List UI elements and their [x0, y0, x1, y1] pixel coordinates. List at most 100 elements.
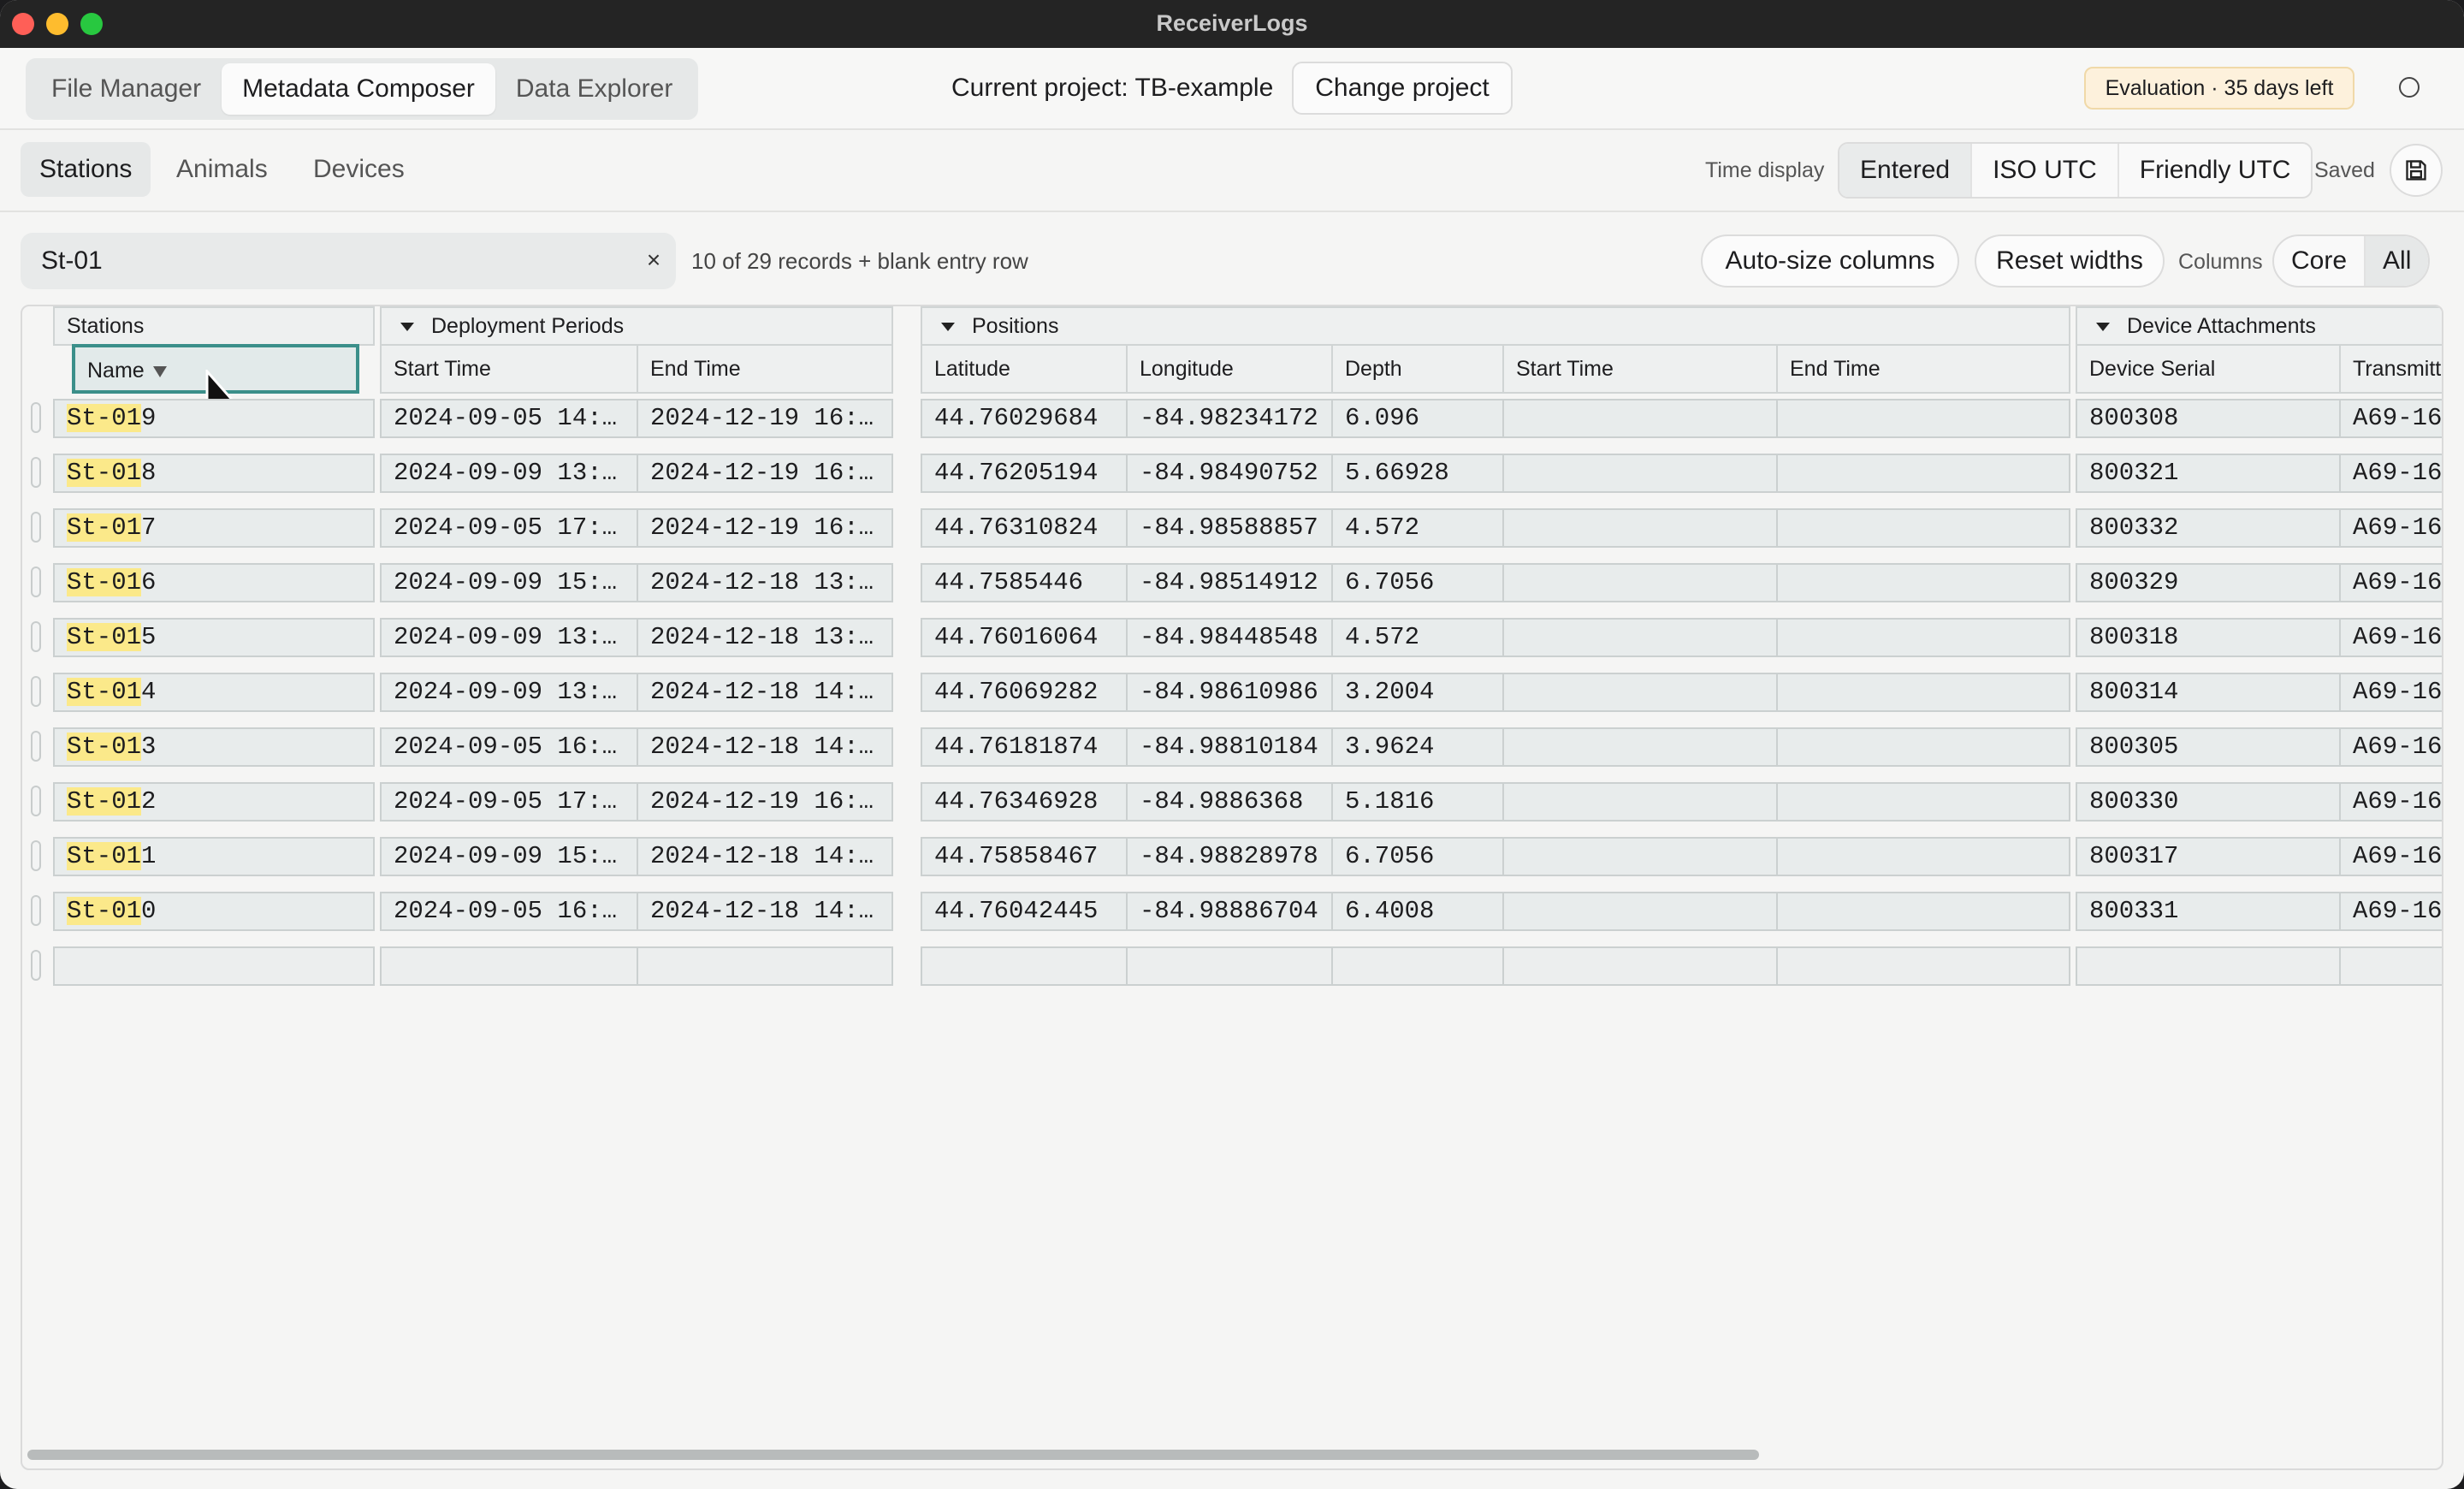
cell-latitude[interactable]: 44.76016064	[921, 618, 1128, 657]
cell-end-time[interactable]: 2024-12-19 16:…	[637, 399, 893, 438]
row-select-handle[interactable]	[31, 676, 41, 707]
column-header-start-time[interactable]: Start Time	[380, 344, 638, 394]
cell-depth[interactable]: 5.1816	[1331, 782, 1504, 822]
cell-position-end-time[interactable]	[1776, 618, 2070, 657]
cell-position-end-time[interactable]	[1776, 727, 2070, 767]
cell-start-time[interactable]: 2024-09-09 13:…	[380, 618, 638, 657]
blank-entry-cell[interactable]	[1331, 946, 1504, 986]
cell-transmitter[interactable]: A69-160	[2339, 563, 2442, 602]
cell-position-end-time[interactable]	[1776, 892, 2070, 931]
tab-file-manager[interactable]: File Manager	[31, 63, 222, 115]
cell-transmitter[interactable]: A69-160	[2339, 399, 2442, 438]
cell-transmitter[interactable]: A69-160	[2339, 673, 2442, 712]
cell-name[interactable]: St-010	[53, 892, 375, 931]
row-select-handle[interactable]	[31, 895, 41, 926]
cell-device-serial[interactable]: 800332	[2076, 508, 2341, 548]
cell-end-time[interactable]: 2024-12-18 14:…	[637, 673, 893, 712]
cell-depth[interactable]: 6.7056	[1331, 837, 1504, 876]
cell-position-end-time[interactable]	[1776, 399, 2070, 438]
cell-depth[interactable]: 4.572	[1331, 618, 1504, 657]
time-option-friendly-utc[interactable]: Friendly UTC	[2119, 144, 2312, 197]
cell-position-end-time[interactable]	[1776, 673, 2070, 712]
cell-depth[interactable]: 4.572	[1331, 508, 1504, 548]
cell-latitude[interactable]: 44.76069282	[921, 673, 1128, 712]
blank-entry-cell[interactable]	[921, 946, 1128, 986]
group-header-device-attachments[interactable]: Device Attachments	[2076, 306, 2442, 346]
cell-name[interactable]: St-017	[53, 508, 375, 548]
cell-end-time[interactable]: 2024-12-18 14:…	[637, 727, 893, 767]
cell-depth[interactable]: 6.096	[1331, 399, 1504, 438]
cell-device-serial[interactable]: 800305	[2076, 727, 2341, 767]
cell-position-start-time[interactable]	[1502, 399, 1778, 438]
columns-option-all[interactable]: All	[2366, 236, 2429, 286]
cell-name[interactable]: St-013	[53, 727, 375, 767]
column-header-position-start-time[interactable]: Start Time	[1502, 344, 1778, 394]
cell-latitude[interactable]: 44.76346928	[921, 782, 1128, 822]
row-select-handle[interactable]	[31, 402, 41, 433]
cell-start-time[interactable]: 2024-09-05 17:…	[380, 782, 638, 822]
column-header-position-end-time[interactable]: End Time	[1776, 344, 2070, 394]
cell-transmitter[interactable]: A69-160	[2339, 454, 2442, 493]
row-select-handle[interactable]	[31, 950, 41, 981]
cell-device-serial[interactable]: 800317	[2076, 837, 2341, 876]
cell-position-end-time[interactable]	[1776, 563, 2070, 602]
cell-start-time[interactable]: 2024-09-09 13:…	[380, 454, 638, 493]
cell-name[interactable]: St-019	[53, 399, 375, 438]
cell-name[interactable]: St-012	[53, 782, 375, 822]
cell-name[interactable]: St-016	[53, 563, 375, 602]
cell-longitude[interactable]: -84.98828978	[1126, 837, 1333, 876]
cell-transmitter[interactable]: A69-160	[2339, 727, 2442, 767]
time-option-entered[interactable]: Entered	[1839, 144, 1973, 197]
tab-metadata-composer[interactable]: Metadata Composer	[222, 63, 495, 115]
column-header-device-serial[interactable]: Device Serial	[2076, 344, 2341, 394]
tab-data-explorer[interactable]: Data Explorer	[495, 63, 693, 115]
row-select-handle[interactable]	[31, 731, 41, 762]
cell-position-end-time[interactable]	[1776, 782, 2070, 822]
auto-size-columns-button[interactable]: Auto-size columns	[1701, 234, 1959, 288]
cell-position-end-time[interactable]	[1776, 508, 2070, 548]
row-select-handle[interactable]	[31, 457, 41, 488]
cell-position-start-time[interactable]	[1502, 618, 1778, 657]
filter-input[interactable]	[41, 233, 623, 289]
row-select-handle[interactable]	[31, 567, 41, 597]
caret-down-icon[interactable]	[400, 323, 414, 332]
cell-start-time[interactable]: 2024-09-09 15:…	[380, 837, 638, 876]
cell-longitude[interactable]: -84.98514912	[1126, 563, 1333, 602]
cell-start-time[interactable]: 2024-09-05 16:…	[380, 727, 638, 767]
cell-transmitter[interactable]: A69-160	[2339, 782, 2442, 822]
cell-transmitter[interactable]: A69-160	[2339, 508, 2442, 548]
group-header-positions[interactable]: Positions	[921, 306, 2070, 346]
sort-desc-icon[interactable]	[152, 365, 167, 377]
row-select-handle[interactable]	[31, 621, 41, 652]
cell-end-time[interactable]: 2024-12-18 14:…	[637, 892, 893, 931]
caret-down-icon[interactable]	[941, 323, 955, 332]
change-project-button[interactable]: Change project	[1292, 62, 1513, 115]
cell-start-time[interactable]: 2024-09-05 16:…	[380, 892, 638, 931]
subtab-devices[interactable]: Devices	[294, 142, 424, 197]
cell-position-start-time[interactable]	[1502, 454, 1778, 493]
cell-start-time[interactable]: 2024-09-05 14:…	[380, 399, 638, 438]
cell-transmitter[interactable]: A69-160	[2339, 618, 2442, 657]
cell-position-start-time[interactable]	[1502, 563, 1778, 602]
cell-end-time[interactable]: 2024-12-18 13:…	[637, 563, 893, 602]
group-header-deployment-periods[interactable]: Deployment Periods	[380, 306, 893, 346]
cell-name[interactable]: St-011	[53, 837, 375, 876]
cell-position-start-time[interactable]	[1502, 892, 1778, 931]
status-circle-icon[interactable]	[2399, 77, 2420, 98]
cell-position-start-time[interactable]	[1502, 508, 1778, 548]
cell-end-time[interactable]: 2024-12-18 13:…	[637, 618, 893, 657]
cell-depth[interactable]: 5.66928	[1331, 454, 1504, 493]
cell-depth[interactable]: 3.9624	[1331, 727, 1504, 767]
cell-latitude[interactable]: 44.76029684	[921, 399, 1128, 438]
save-button[interactable]	[2390, 144, 2443, 197]
cell-longitude[interactable]: -84.9886368	[1126, 782, 1333, 822]
row-select-handle[interactable]	[31, 512, 41, 543]
cell-depth[interactable]: 3.2004	[1331, 673, 1504, 712]
cell-device-serial[interactable]: 800330	[2076, 782, 2341, 822]
cell-end-time[interactable]: 2024-12-18 14:…	[637, 837, 893, 876]
cell-start-time[interactable]: 2024-09-09 13:…	[380, 673, 638, 712]
cell-latitude[interactable]: 44.7585446	[921, 563, 1128, 602]
cell-transmitter[interactable]: A69-160	[2339, 892, 2442, 931]
subtab-stations[interactable]: Stations	[21, 142, 151, 197]
column-header-longitude[interactable]: Longitude	[1126, 344, 1333, 394]
